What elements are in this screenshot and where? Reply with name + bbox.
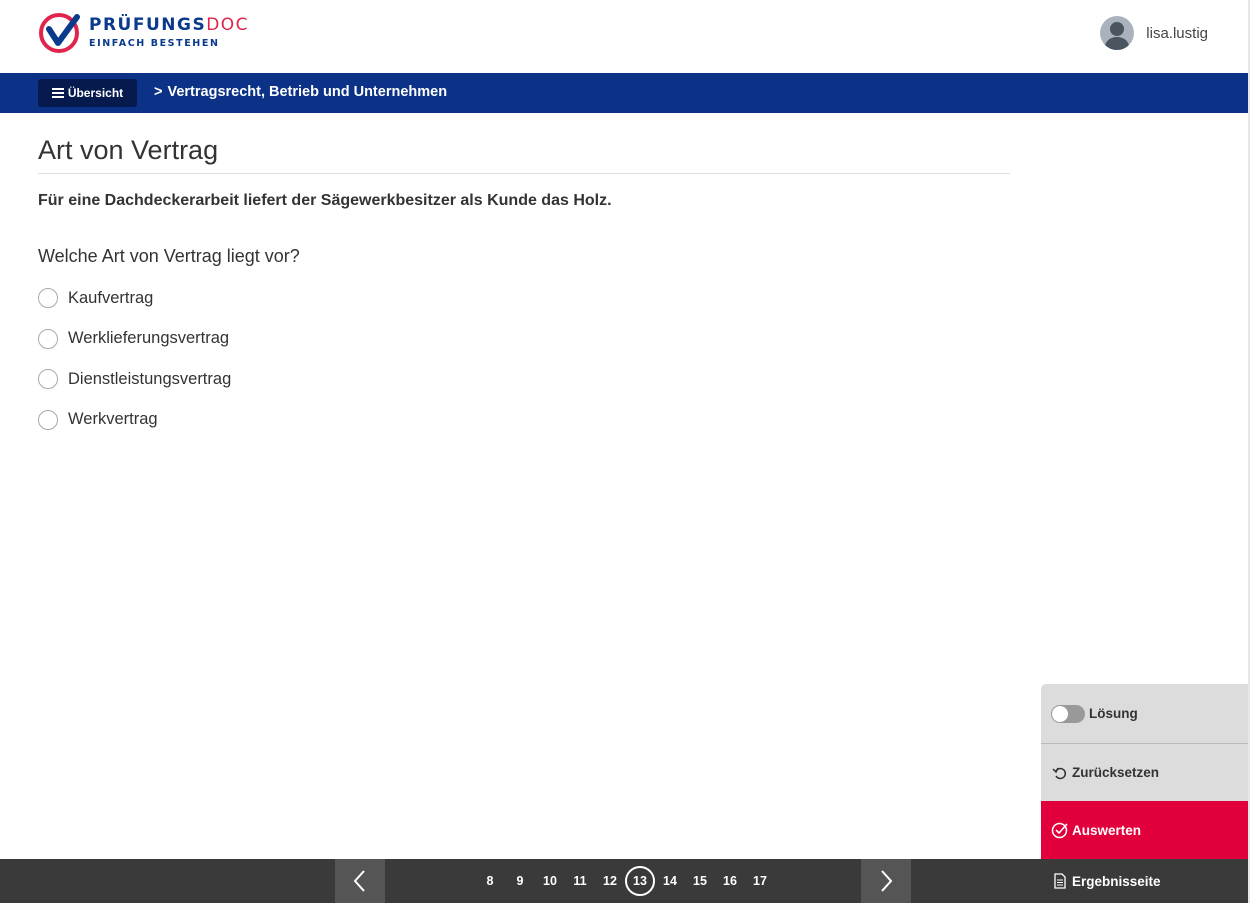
overview-label: Übersicht [67, 86, 124, 100]
results-button[interactable]: Ergebnisseite [1041, 859, 1248, 903]
exercise-statement: Für eine Dachdeckerarbeit liefert der Sä… [38, 192, 612, 209]
navbar: Übersicht > Vertragsrecht, Betrieb und Un… [0, 73, 1248, 113]
reset-label: Zurücksetzen [1072, 765, 1160, 780]
user-avatar-icon [1100, 16, 1135, 50]
answer-option-label[interactable]: Kaufvertrag [68, 289, 153, 308]
page-list: 8 9 10 11 12 13 14 15 16 17 [475, 859, 775, 903]
toggle-switch[interactable] [1051, 704, 1085, 723]
page-title: Art von Vertrag [38, 135, 1010, 174]
username: lisa.lustig [1146, 24, 1208, 42]
chevron-left-icon [353, 870, 365, 892]
user-menu[interactable]: lisa.lustig [1100, 16, 1208, 50]
radio-button[interactable] [38, 369, 58, 390]
logo-name: PRÜFUNGSDOC [89, 15, 250, 36]
solution-toggle[interactable]: Lösung [1041, 684, 1248, 743]
breadcrumb-label: Vertragsrecht, Betrieb und Unternehmen [167, 84, 448, 100]
exercise-content: Art von Vertrag Für eine Dachdeckerarbei… [38, 113, 1010, 440]
answer-option-label[interactable]: Werkvertrag [68, 410, 158, 429]
evaluate-label: Auswerten [1072, 822, 1142, 838]
page-link[interactable]: 10 [535, 874, 565, 888]
evaluate-button[interactable]: Auswerten [1041, 801, 1248, 859]
answer-option[interactable]: Kaufvertrag [38, 278, 1010, 319]
page-link[interactable]: 9 [505, 874, 535, 888]
page-link[interactable]: 8 [475, 874, 505, 888]
logo[interactable]: PRÜFUNGSDOC EINFACH BESTEHEN [37, 11, 249, 55]
answer-option[interactable]: Dienstleistungsvertrag [38, 359, 1010, 400]
radio-button[interactable] [38, 328, 58, 349]
logo-tagline: EINFACH BESTEHEN [89, 38, 220, 50]
reset-button[interactable]: Zurücksetzen [1041, 743, 1248, 801]
overview-button[interactable]: Übersicht [38, 79, 137, 107]
next-button[interactable] [861, 859, 911, 903]
document-icon [1051, 872, 1069, 890]
page-link[interactable]: 17 [745, 874, 775, 888]
exercise-question: Welche Art von Vertrag liegt vor? [38, 246, 300, 266]
results-label: Ergebnisseite [1072, 873, 1161, 889]
previous-button[interactable] [335, 859, 385, 903]
action-panel: Lösung Zurücksetzen Auswerten Ergebnisse… [1041, 684, 1248, 903]
page-link[interactable]: 12 [595, 874, 625, 888]
answer-option[interactable]: Werkvertrag [38, 400, 1010, 441]
page-link[interactable]: 11 [565, 874, 595, 888]
menu-icon [51, 86, 64, 100]
answer-option[interactable]: Werklieferungsvertrag [38, 319, 1010, 360]
page-link[interactable]: 14 [655, 874, 685, 888]
check-circle-icon [1051, 821, 1069, 839]
breadcrumb[interactable]: > Vertragsrecht, Betrieb und Unternehmen [154, 84, 447, 100]
header: PRÜFUNGSDOC EINFACH BESTEHEN lisa.lustig [0, 0, 1248, 73]
chevron-right-icon [881, 870, 893, 892]
radio-button[interactable] [38, 409, 58, 430]
current-page[interactable]: 13 [625, 866, 655, 896]
answer-option-label[interactable]: Werklieferungsvertrag [68, 329, 229, 348]
radio-button[interactable] [38, 288, 58, 309]
pagination-bar: 8 9 10 11 12 13 14 15 16 17 [0, 859, 1041, 903]
logo-check-icon [39, 13, 80, 53]
page-link[interactable]: 15 [685, 874, 715, 888]
page-link[interactable]: 16 [715, 874, 745, 888]
answer-options: Kaufvertrag Werklieferungsvertrag Dienst… [38, 278, 1010, 440]
chevron-right-icon: > [154, 84, 163, 100]
solution-label: Lösung [1089, 706, 1138, 721]
undo-icon [1051, 764, 1069, 782]
answer-option-label[interactable]: Dienstleistungsvertrag [68, 370, 231, 389]
